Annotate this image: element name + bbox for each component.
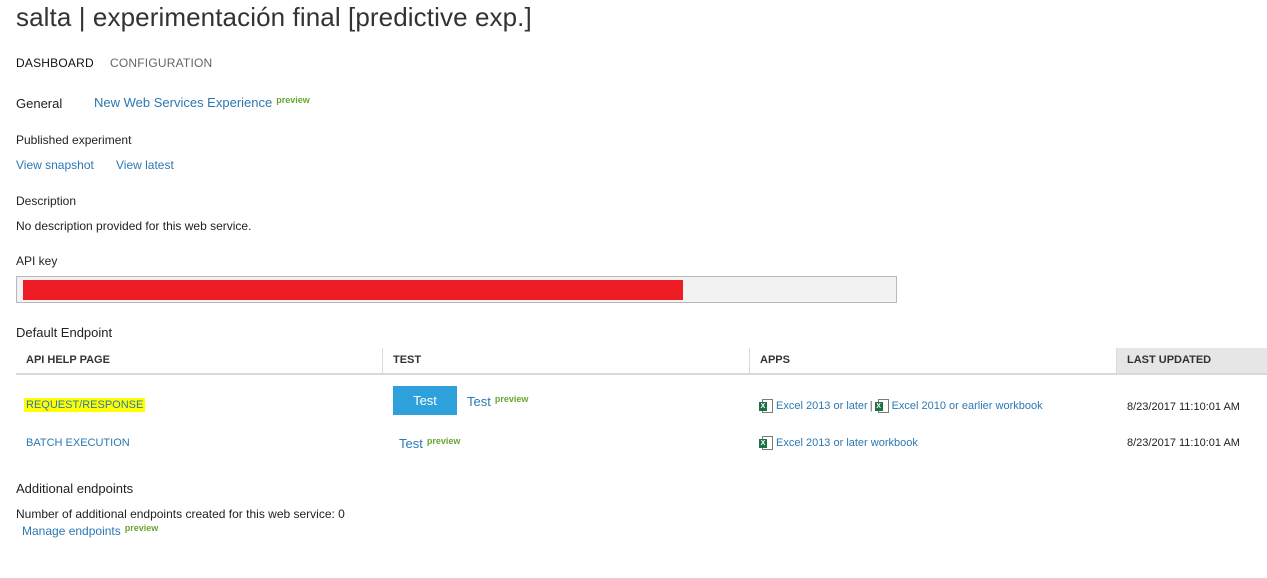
- manage-endpoints: Manage endpoints preview: [22, 523, 159, 538]
- view-snapshot-link[interactable]: View snapshot: [16, 158, 94, 172]
- apps-row2: X Excel 2013 or later workbook: [759, 436, 918, 450]
- preview-badge: preview: [426, 436, 461, 446]
- table-row: REQUEST/RESPONSE: [24, 398, 146, 412]
- api-key-redaction: [23, 280, 683, 300]
- last-updated-row2: 8/23/2017 11:10:01 AM: [1127, 437, 1240, 449]
- excel-2010-link[interactable]: Excel 2010 or earlier workbook: [892, 400, 1043, 412]
- description-label: Description: [16, 194, 77, 208]
- apps-separator: |: [869, 399, 873, 412]
- excel-2013-link[interactable]: Excel 2013 or later: [776, 400, 868, 412]
- col-last-updated[interactable]: LAST UPDATED: [1116, 348, 1267, 373]
- last-updated-row1: 8/23/2017 11:10:01 AM: [1127, 401, 1240, 413]
- preview-badge: preview: [494, 394, 529, 404]
- api-key-label: API key: [16, 254, 58, 268]
- col-test: TEST: [382, 348, 749, 373]
- request-response-link[interactable]: REQUEST/RESPONSE: [24, 398, 146, 412]
- test-button[interactable]: Test: [393, 386, 457, 415]
- published-experiment-label: Published experiment: [16, 133, 132, 147]
- description-text: No description provided for this web ser…: [16, 219, 252, 233]
- test-link[interactable]: Test: [399, 436, 423, 451]
- test-preview-row1: Test preview: [467, 393, 528, 411]
- endpoint-table-header: API HELP PAGE TEST APPS LAST UPDATED: [16, 348, 1267, 375]
- test-link[interactable]: Test: [467, 394, 491, 409]
- manage-endpoints-link[interactable]: Manage endpoints: [22, 524, 121, 538]
- additional-endpoints-count: Number of additional endpoints created f…: [16, 507, 345, 521]
- page-title: salta | experimentación final [predictiv…: [16, 2, 532, 32]
- excel-file-icon: X: [759, 399, 773, 413]
- additional-endpoints-label: Additional endpoints: [16, 481, 134, 496]
- view-latest-link[interactable]: View latest: [116, 158, 174, 172]
- excel-file-icon: X: [759, 436, 773, 450]
- api-key-field[interactable]: [16, 276, 897, 303]
- default-endpoint-label: Default Endpoint: [16, 325, 113, 340]
- tab-dashboard[interactable]: DASHBOARD: [16, 56, 94, 70]
- col-api-help-page: API HELP PAGE: [26, 354, 110, 366]
- apps-row1: X Excel 2013 or later | X Excel 2010 or earl…: [759, 399, 1043, 413]
- general-label: General: [16, 96, 63, 111]
- tab-configuration[interactable]: CONFIGURATION: [110, 56, 212, 70]
- new-web-services-experience: New Web Services Experience preview: [94, 95, 310, 110]
- batch-execution-link[interactable]: BATCH EXECUTION: [26, 437, 130, 449]
- col-apps: APPS: [749, 348, 1116, 373]
- test-preview-row2: Test preview: [399, 435, 460, 453]
- excel-2013-workbook-link[interactable]: Excel 2013 or later workbook: [776, 437, 918, 449]
- new-web-services-link[interactable]: New Web Services Experience: [94, 95, 272, 110]
- excel-file-icon: X: [874, 399, 889, 413]
- preview-badge: preview: [124, 523, 159, 533]
- preview-badge: preview: [276, 95, 310, 105]
